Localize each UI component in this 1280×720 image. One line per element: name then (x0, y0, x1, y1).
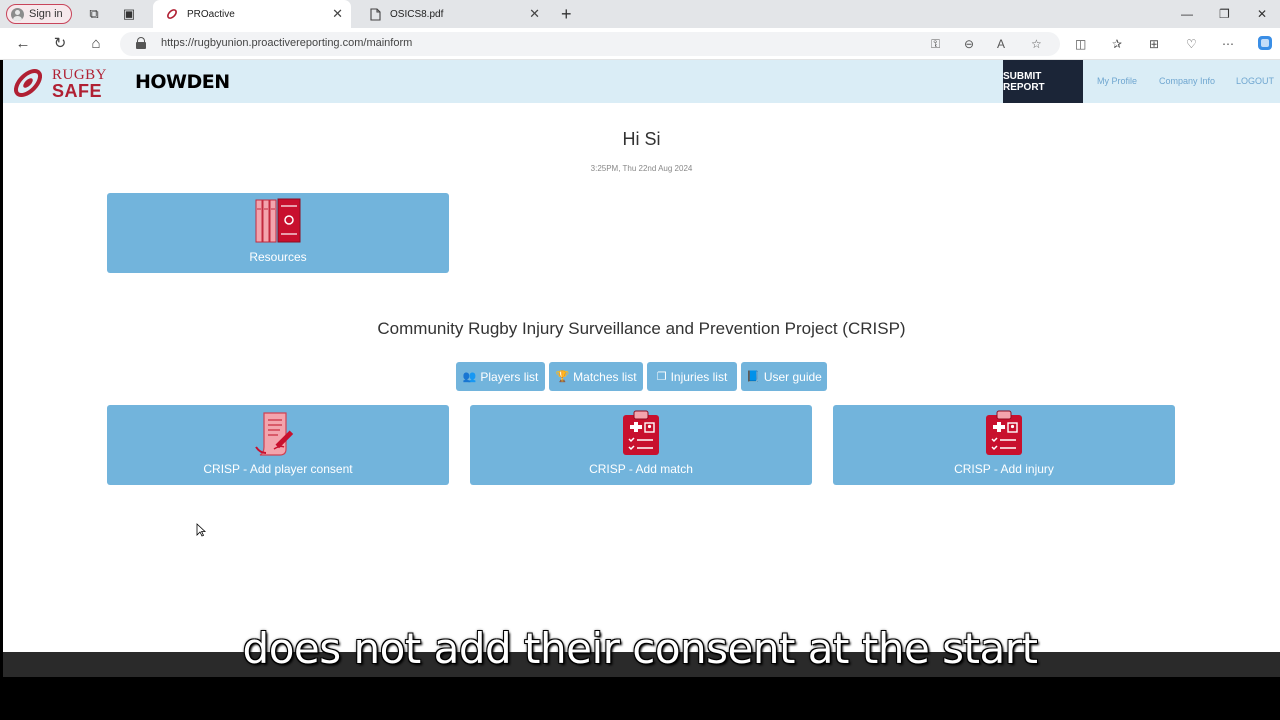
close-icon[interactable]: ✕ (529, 7, 540, 21)
url-text: https://rugbyunion.proactivereporting.co… (161, 37, 413, 49)
collections-icon[interactable]: ⧉ (86, 6, 102, 22)
more-options-icon[interactable]: ⋯ (1222, 37, 1234, 51)
profile-icon (11, 7, 24, 21)
resources-card[interactable]: Resources (107, 193, 449, 273)
refresh-icon[interactable]: ↻ (52, 36, 68, 52)
matches-list-label: Matches list (573, 369, 637, 384)
copilot-icon[interactable] (1257, 35, 1273, 54)
my-profile-link[interactable]: My Profile (1097, 76, 1137, 86)
tab-proactive[interactable]: PROactive ✕ (153, 0, 351, 28)
books-icon (255, 198, 301, 243)
minimize-icon[interactable]: — (1181, 7, 1193, 21)
matches-list-button[interactable]: 🏆 Matches list (549, 362, 643, 391)
browser-tab-strip: Sign in ⧉ ▣ PROactive ✕ OSICS8.pdf ✕ + —… (0, 0, 1280, 28)
crisp-title: Community Rugby Injury Surveillance and … (377, 319, 906, 338)
tab-osics8[interactable]: OSICS8.pdf ✕ (356, 0, 548, 28)
rugby-ball-icon (13, 68, 43, 98)
trophy-icon: 🏆 (555, 371, 570, 383)
document-icon (368, 7, 382, 21)
tab-title: OSICS8.pdf (390, 8, 444, 20)
logo-text-safe: SAFE (52, 81, 103, 101)
home-icon[interactable]: ⌂ (88, 36, 104, 52)
players-list-button[interactable]: 👥 Players list (456, 362, 545, 391)
user-guide-label: User guide (763, 369, 822, 384)
zoom-icon[interactable]: ⊖ (964, 37, 974, 51)
mouse-cursor-icon (196, 523, 206, 537)
logout-link[interactable]: LOGOUT (1236, 76, 1274, 86)
lock-icon (136, 37, 146, 49)
players-list-label: Players list (480, 369, 539, 384)
address-bar[interactable]: https://rugbyunion.proactivereporting.co… (120, 32, 1060, 56)
add-match-card[interactable]: CRISP - Add match (470, 405, 812, 485)
medical-clipboard-icon (623, 410, 659, 455)
add-injury-card[interactable]: CRISP - Add injury (833, 405, 1175, 485)
injuries-list-button[interactable]: ❐ Injuries list (647, 362, 737, 391)
book-icon: 📘 (746, 371, 760, 383)
injuries-list-label: Injuries list (670, 369, 728, 384)
add-player-consent-card[interactable]: CRISP - Add player consent (107, 405, 449, 485)
video-caption: does not add their consent at the start (242, 624, 1038, 673)
submit-report-link[interactable]: SUBMIT REPORT (1003, 60, 1083, 103)
collections-toolbar-icon[interactable]: ⊞ (1149, 37, 1159, 51)
user-guide-button[interactable]: 📘 User guide (741, 362, 827, 391)
current-datetime: 3:25PM, Thu 22nd Aug 2024 (590, 164, 693, 173)
signin-button[interactable]: Sign in (6, 4, 72, 24)
howden-logo: HOWDEN (135, 71, 230, 93)
resources-label: Resources (249, 250, 307, 264)
consent-form-icon (255, 412, 294, 456)
restore-icon[interactable]: ❐ (1219, 7, 1230, 21)
company-info-link[interactable]: Company Info (1159, 76, 1215, 86)
back-icon[interactable]: ← (15, 36, 31, 52)
favorite-star-icon[interactable]: ☆ (1031, 37, 1042, 51)
key-icon[interactable]: ⚿ (931, 37, 940, 52)
site-header: RUGBY SAFE HOWDEN SUBMIT REPORT My Profi… (3, 60, 1280, 103)
favorites-icon[interactable]: ✰ (1112, 37, 1122, 51)
browser-toolbar: ← ↻ ⌂ https://rugbyunion.proactivereport… (0, 28, 1280, 60)
medical-clipboard-icon (986, 410, 1022, 455)
greeting: Hi Si (622, 129, 661, 149)
screen: Sign in ⧉ ▣ PROactive ✕ OSICS8.pdf ✕ + —… (0, 0, 1280, 720)
tab-actions-icon[interactable]: ▣ (121, 6, 137, 22)
add-player-consent-label: CRISP - Add player consent (203, 462, 353, 476)
extensions-icon[interactable]: ♡ (1186, 37, 1197, 51)
close-icon[interactable]: ✕ (332, 7, 343, 21)
users-icon: 👥 (462, 371, 477, 383)
tab-title: PROactive (187, 8, 235, 20)
read-aloud-icon[interactable]: A (997, 37, 1005, 51)
copy-icon: ❐ (656, 371, 667, 383)
window-close-icon[interactable]: ✕ (1257, 7, 1267, 21)
rugbysafe-logo[interactable]: RUGBY SAFE (12, 65, 107, 101)
web-page: RUGBY SAFE HOWDEN SUBMIT REPORT My Profi… (3, 60, 1280, 652)
new-tab-icon[interactable]: + (561, 5, 572, 23)
signin-label: Sign in (29, 8, 63, 20)
rugbysafe-favicon-icon (165, 7, 179, 21)
add-injury-label: CRISP - Add injury (954, 462, 1054, 476)
split-screen-icon[interactable]: ◫ (1075, 37, 1086, 51)
add-match-label: CRISP - Add match (589, 462, 693, 476)
